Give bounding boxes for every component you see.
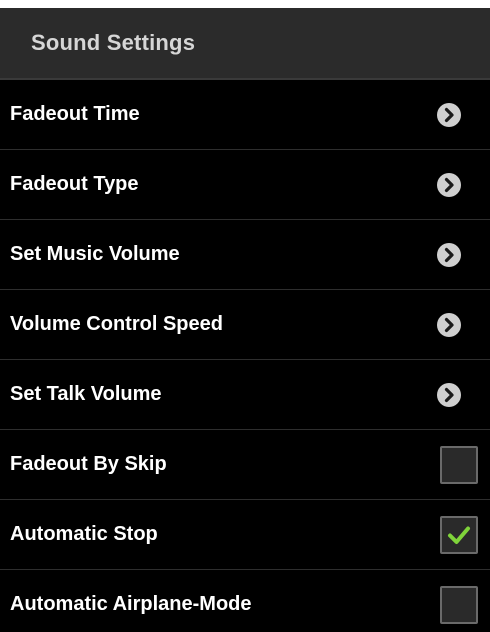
page-title: Sound Settings [31,30,196,55]
automatic-airplane-mode-checkbox[interactable] [440,585,478,624]
setting-item-fadeout-time[interactable]: Fadeout Time [0,80,490,150]
chevron-right-icon[interactable] [434,100,464,130]
chevron-right-icon[interactable] [434,310,464,340]
setting-label: Fadeout By Skip [10,453,167,475]
setting-label: Fadeout Type [10,173,139,195]
setting-item-fadeout-by-skip[interactable]: Fadeout By Skip [0,430,490,500]
chevron-right-icon[interactable] [434,380,464,410]
setting-label: Fadeout Time [10,103,140,125]
settings-screen: Sound Settings Fadeout Time Fadeout Type… [0,8,490,632]
automatic-stop-checkbox[interactable] [440,515,478,554]
settings-header: Sound Settings [0,8,490,80]
chevron-right-icon[interactable] [434,240,464,270]
setting-item-automatic-airplane-mode[interactable]: Automatic Airplane-Mode [0,570,490,632]
setting-label: Set Music Volume [10,243,180,265]
setting-item-set-music-volume[interactable]: Set Music Volume [0,220,490,290]
setting-item-volume-control-speed[interactable]: Volume Control Speed [0,290,490,360]
setting-item-fadeout-type[interactable]: Fadeout Type [0,150,490,220]
setting-label: Volume Control Speed [10,313,223,335]
setting-item-set-talk-volume[interactable]: Set Talk Volume [0,360,490,430]
checkmark-icon [448,526,470,544]
setting-item-automatic-stop[interactable]: Automatic Stop [0,500,490,570]
setting-label: Automatic Airplane-Mode [10,593,252,615]
setting-label: Set Talk Volume [10,383,162,405]
chevron-right-icon[interactable] [434,170,464,200]
setting-label: Automatic Stop [10,523,158,545]
settings-list: Fadeout Time Fadeout Type Set Music Volu… [0,80,490,632]
fadeout-by-skip-checkbox[interactable] [440,445,478,484]
